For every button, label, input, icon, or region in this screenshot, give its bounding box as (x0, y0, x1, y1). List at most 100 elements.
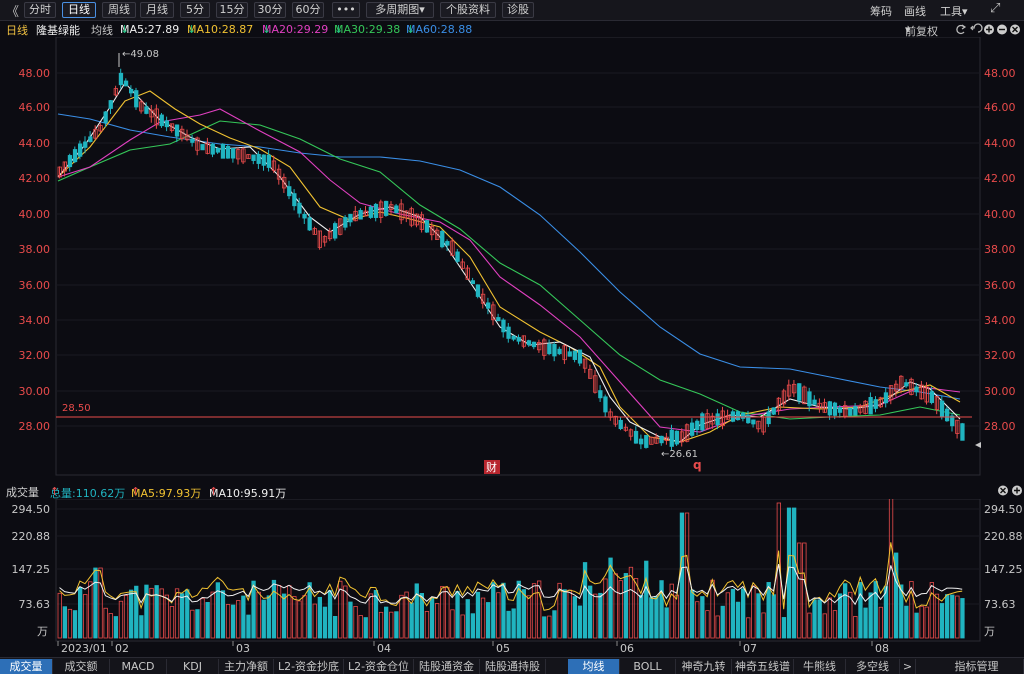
volume-bar (485, 602, 491, 639)
volume-bar (939, 603, 945, 639)
volume-bar (567, 589, 572, 639)
volume-bar (281, 593, 287, 639)
price-tick-label-right: 28.00 (984, 420, 1016, 433)
volume-bar (720, 605, 725, 639)
candle-body (669, 429, 674, 447)
tab-l2-bottom[interactable]: L2-资金抄底 (274, 659, 344, 674)
close-icon[interactable] (998, 485, 1008, 496)
volume-tick-label-right: 294.50 (984, 503, 1023, 516)
tab-boll[interactable]: BOLL (620, 659, 676, 674)
volume-bar (797, 542, 802, 639)
candle-body (914, 386, 919, 393)
tab-long-short[interactable]: 多空线 (846, 659, 900, 674)
candle-body (674, 430, 679, 445)
volume-bar (491, 582, 496, 639)
tab-magic-nine[interactable]: 神奇九转 (676, 659, 732, 674)
indicator-manage-button[interactable]: 指标管理 (930, 659, 1024, 674)
tab-intraday[interactable]: 分时 (24, 2, 56, 18)
candle-body (547, 343, 552, 355)
ma30-label: MA30:29.38 (334, 23, 401, 36)
tab-hk-holding[interactable]: 陆股通持股 (480, 659, 546, 674)
candle-body (807, 391, 812, 407)
volume-bar (593, 593, 598, 639)
candle-body (848, 407, 853, 416)
zoom-in-icon[interactable] (1012, 485, 1022, 496)
multi-period-button[interactable]: 多周期图▾ (366, 2, 434, 18)
tab-main-net[interactable]: 主力净额 (219, 659, 274, 674)
volume-bar (960, 598, 965, 639)
candle-body (618, 419, 623, 430)
back-icon[interactable]: 《 (6, 1, 19, 20)
draw-line-link[interactable]: 画线 (904, 3, 926, 19)
refresh-icon[interactable] (956, 24, 967, 35)
chips-link[interactable]: 筹码 (870, 3, 892, 19)
candle-body (88, 136, 93, 142)
volume-bar (169, 606, 175, 639)
volume-bar (409, 602, 414, 639)
close-icon[interactable] (1010, 24, 1020, 35)
tab-ma[interactable]: 均线 (568, 659, 620, 674)
volume-bar (266, 595, 272, 639)
volume-bar (144, 584, 149, 639)
candle-body (470, 280, 476, 285)
volume-bar (552, 610, 557, 639)
volume-bar (792, 507, 797, 639)
price-tick-label-right: 34.00 (984, 314, 1016, 327)
avg-label[interactable]: 均线 (91, 22, 113, 38)
zoom-out-icon[interactable] (997, 24, 1007, 35)
volume-bar (118, 600, 124, 639)
more-button[interactable]: ••• (332, 2, 360, 18)
volume-bar (735, 601, 741, 639)
candle-body (715, 413, 720, 426)
candle-body (639, 438, 644, 445)
zoom-in-icon[interactable] (984, 24, 994, 35)
tab-magic-five[interactable]: 神奇五线谱 (732, 659, 794, 674)
price-tick-label-left: 40.00 (19, 208, 51, 221)
tab-bull-bear[interactable]: 牛熊线 (794, 659, 846, 674)
tab-volume[interactable]: 成交量 (0, 659, 53, 674)
tabs-more-button[interactable]: > (900, 659, 916, 674)
tab-kdj[interactable]: KDJ (167, 659, 219, 674)
volume-bar (292, 596, 297, 639)
tab-monthly[interactable]: 月线 (140, 2, 174, 18)
candle-body (358, 210, 363, 220)
volume-info-bar: 成交量 总量:110.62万 ↑ MA5:97.93万 ↑ MA10:95.91万 ↑ (0, 483, 1024, 500)
volume-bar (929, 582, 934, 639)
tab-turnover[interactable]: 成交额 (53, 659, 110, 674)
tab-30min[interactable]: 30分 (254, 2, 286, 18)
tab-weekly[interactable]: 周线 (102, 2, 136, 18)
candle-body (475, 284, 481, 297)
expand-icon[interactable]: ⤢ (990, 1, 1000, 16)
candle-body (812, 399, 817, 405)
volume-controls (998, 485, 1022, 496)
volume-bar (608, 557, 613, 639)
candle-body (118, 72, 124, 86)
stock-info-button[interactable]: 个股资料 (440, 2, 496, 18)
indicator-tabs: 成交量 成交额 MACD KDJ 主力净额 L2-资金抄底 L2-资金仓位 陆股… (0, 657, 1024, 674)
tab-hk-fund[interactable]: 陆股通资金 (414, 659, 480, 674)
down-arrow-icon: ↓ (187, 23, 197, 36)
candlestick-chart[interactable]: 48.00 48.00 46.00 46.00 44.00 44.00 42.00 42.00… (0, 37, 1024, 483)
tools-link[interactable]: 工具▾ (940, 3, 968, 19)
undo-icon[interactable] (970, 23, 983, 33)
volume-bar (623, 573, 628, 639)
volume-bar (633, 578, 639, 639)
tab-60min[interactable]: 60分 (292, 2, 324, 18)
volume-bar (62, 606, 67, 639)
price-tick-label-right: 32.00 (984, 349, 1016, 362)
tab-5min[interactable]: 5分 (180, 2, 210, 18)
volume-chart[interactable]: 294.50 294.50 220.88 220.88 147.25 147.25 73.6… (0, 499, 1024, 657)
tab-daily[interactable]: 日线 (62, 2, 96, 18)
volume-bar (297, 600, 302, 639)
tab-l2-position[interactable]: L2-资金仓位 (344, 659, 414, 674)
candle-body (567, 351, 572, 357)
price-tick-label-right: 42.00 (984, 172, 1016, 185)
diagnose-button[interactable]: 诊股 (502, 2, 534, 18)
volume-bar (547, 615, 552, 639)
tab-15min[interactable]: 15分 (216, 2, 248, 18)
candle-body (516, 337, 521, 342)
q-marker[interactable]: q (693, 458, 702, 472)
tab-macd[interactable]: MACD (110, 659, 167, 674)
volume-bar (429, 597, 435, 639)
volume-bar (271, 579, 277, 639)
